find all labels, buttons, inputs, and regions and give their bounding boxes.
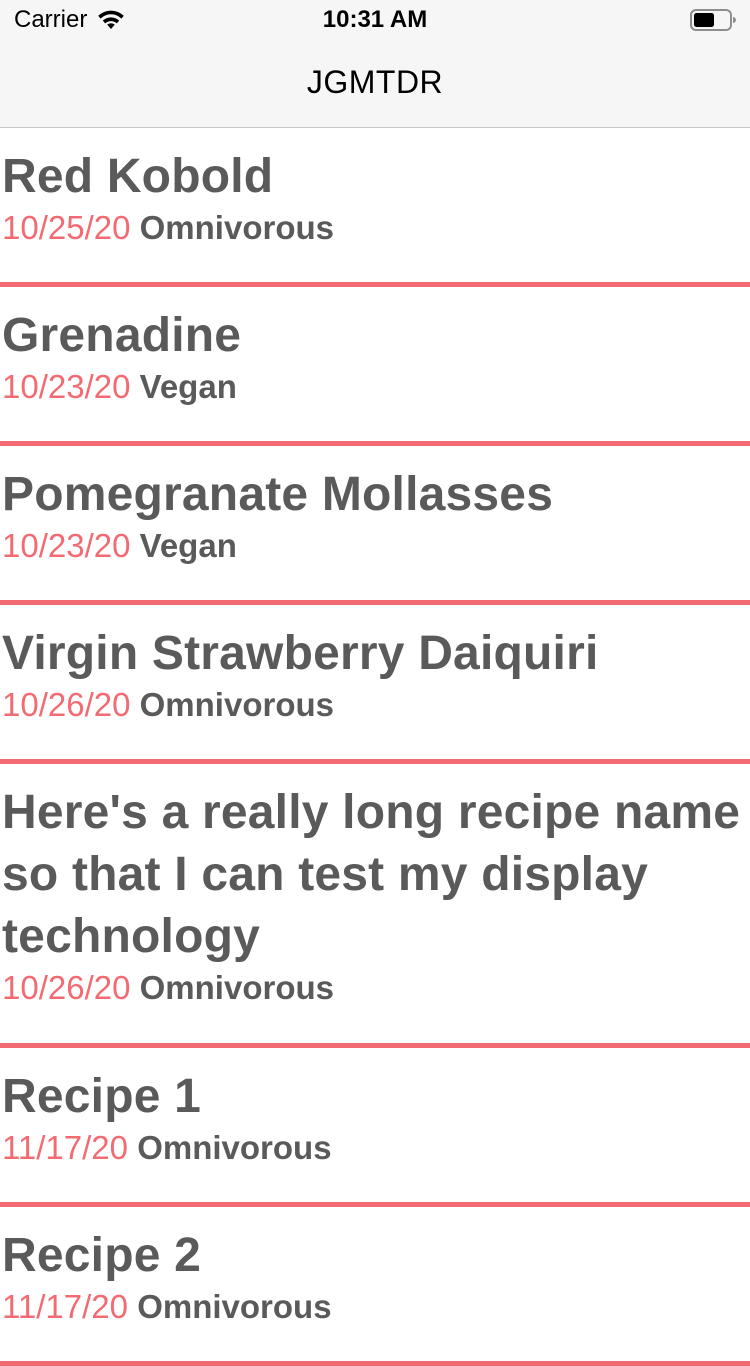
recipe-row[interactable]: Pomegranate Mollasses 10/23/20 Vegan — [0, 446, 750, 605]
recipe-meta: 10/26/20 Omnivorous — [2, 968, 750, 1008]
recipe-meta: 10/25/20 Omnivorous — [2, 208, 750, 248]
recipe-row[interactable]: Red Kobold 10/25/20 Omnivorous — [0, 128, 750, 287]
recipe-diet: Omnivorous — [139, 969, 334, 1006]
battery-icon — [690, 9, 736, 31]
recipe-date: 10/23/20 — [2, 368, 131, 405]
recipe-date: 11/17/20 — [2, 1288, 129, 1325]
recipe-meta: 11/17/20 Omnivorous — [2, 1287, 750, 1327]
recipe-row[interactable]: Grenadine 10/23/20 Vegan — [0, 287, 750, 446]
recipe-diet: Vegan — [139, 527, 237, 564]
recipe-meta: 10/23/20 Vegan — [2, 526, 750, 566]
recipe-row[interactable]: Virgin Strawberry Daiquiri 10/26/20 Omni… — [0, 605, 750, 764]
recipe-date: 11/17/20 — [2, 1129, 129, 1166]
recipe-name: Red Kobold — [2, 150, 274, 203]
recipe-diet: Omnivorous — [137, 1288, 332, 1325]
page-title: JGMTDR — [306, 64, 444, 100]
recipe-name: Virgin Strawberry Daiquiri — [2, 627, 599, 680]
recipe-diet: Omnivorous — [139, 209, 334, 246]
recipe-meta: 11/17/20 Omnivorous — [2, 1128, 750, 1168]
recipe-meta: 10/26/20 Omnivorous — [2, 685, 750, 725]
recipe-date: 10/25/20 — [2, 209, 131, 246]
recipe-diet: Vegan — [139, 368, 237, 405]
status-time: 10:31 AM — [322, 6, 428, 33]
recipe-name: Here's a really long recipe name so that… — [2, 786, 741, 963]
recipe-list: Red Kobold 10/25/20 Omnivorous Grenadine… — [0, 128, 750, 1366]
navigation-bar: JGMTDR — [0, 40, 750, 128]
recipe-date: 10/23/20 — [2, 527, 131, 564]
recipe-date: 10/26/20 — [2, 686, 131, 723]
recipe-row[interactable]: Recipe 1 11/17/20 Omnivorous — [0, 1048, 750, 1207]
recipe-name: Recipe 2 — [2, 1229, 202, 1282]
recipe-name: Recipe 1 — [2, 1070, 202, 1123]
recipe-diet: Omnivorous — [137, 1129, 332, 1166]
recipe-date: 10/26/20 — [2, 969, 131, 1006]
recipe-meta: 10/23/20 Vegan — [2, 367, 750, 407]
recipe-name: Pomegranate Mollasses — [2, 468, 554, 521]
recipe-row[interactable]: Here's a really long recipe name so that… — [0, 764, 750, 1048]
recipe-row[interactable]: Recipe 2 11/17/20 Omnivorous — [0, 1207, 750, 1366]
recipe-name: Grenadine — [2, 309, 242, 362]
status-bar: Carrier 10:31 AM — [0, 0, 750, 40]
recipe-diet: Omnivorous — [139, 686, 334, 723]
